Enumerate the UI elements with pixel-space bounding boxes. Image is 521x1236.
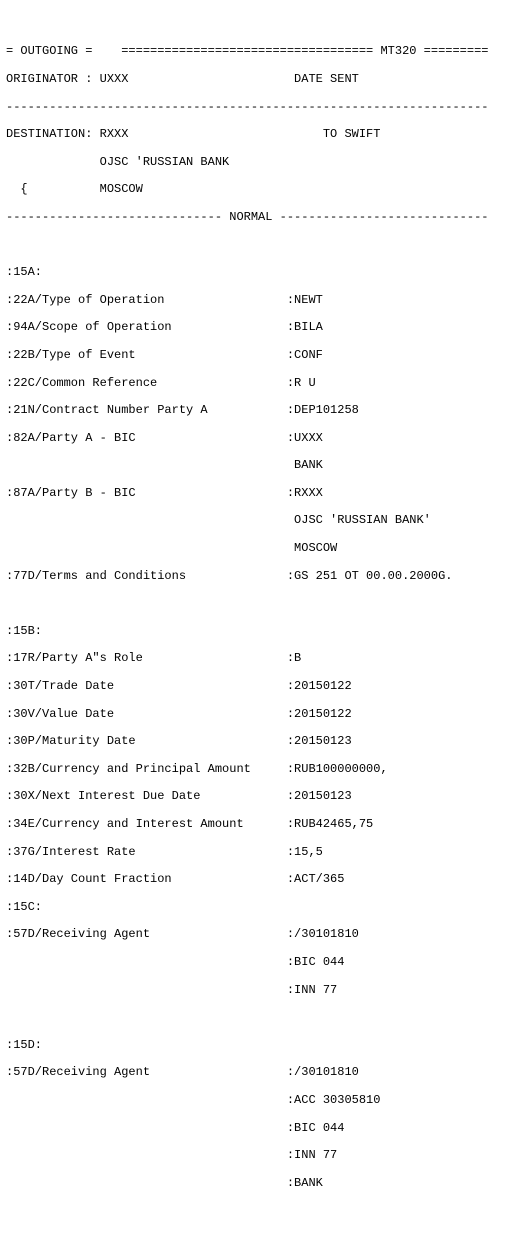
blank <box>6 597 521 611</box>
field-87A-cont2: MOSCOW <box>6 542 521 556</box>
field-82A: :82A/Party A - BIC :UXXX <box>6 432 521 446</box>
field-30T: :30T/Trade Date :20150122 <box>6 680 521 694</box>
separator-top: ----------------------------------------… <box>6 101 521 115</box>
header-line-2-originator: ORIGINATOR : UXXX DATE SENT <box>6 73 521 87</box>
field-22C: :22C/Common Reference :R U <box>6 377 521 391</box>
block-15A-tag: :15A: <box>6 266 521 280</box>
field-77D: :77D/Terms and Conditions :GS 251 OT 00.… <box>6 570 521 584</box>
field-14D: :14D/Day Count Fraction :ACT/365 <box>6 873 521 887</box>
field-82A-cont: BANK <box>6 459 521 473</box>
field-87A-cont1: OJSC 'RUSSIAN BANK' <box>6 514 521 528</box>
field-57D-d-acc: :ACC 30305810 <box>6 1094 521 1108</box>
field-57D-c-inn: :INN 77 <box>6 984 521 998</box>
field-30P: :30P/Maturity Date :20150123 <box>6 735 521 749</box>
field-32B: :32B/Currency and Principal Amount :RUB1… <box>6 763 521 777</box>
field-30V: :30V/Value Date :20150122 <box>6 708 521 722</box>
separator-normal: ------------------------------ NORMAL --… <box>6 211 521 225</box>
blank <box>6 239 521 253</box>
field-57D-c: :57D/Receiving Agent :/30101810 <box>6 928 521 942</box>
field-57D-d-bic: :BIC 044 <box>6 1122 521 1136</box>
field-57D-c-bic: :BIC 044 <box>6 956 521 970</box>
field-34E: :34E/Currency and Interest Amount :RUB42… <box>6 818 521 832</box>
block-15C-tag: :15C: <box>6 901 521 915</box>
blank <box>6 1011 521 1025</box>
field-30X: :30X/Next Interest Due Date :20150123 <box>6 790 521 804</box>
destination-line: DESTINATION: RXXX TO SWIFT <box>6 128 521 142</box>
block-15D-tag: :15D: <box>6 1039 521 1053</box>
field-17R: :17R/Party A"s Role :B <box>6 652 521 666</box>
field-87A: :87A/Party B - BIC :RXXX <box>6 487 521 501</box>
field-94A: :94A/Scope of Operation :BILA <box>6 321 521 335</box>
field-22B: :22B/Type of Event :CONF <box>6 349 521 363</box>
field-57D-d: :57D/Receiving Agent :/30101810 <box>6 1066 521 1080</box>
blank <box>6 1204 521 1218</box>
block-15B-tag: :15B: <box>6 625 521 639</box>
field-57D-d-inn: :INN 77 <box>6 1149 521 1163</box>
header-line-1: = OUTGOING = ===========================… <box>6 45 521 59</box>
blank <box>6 1232 521 1236</box>
field-57D-d-bank: :BANK <box>6 1177 521 1191</box>
field-37G: :37G/Interest Rate :15,5 <box>6 846 521 860</box>
destination-name: OJSC 'RUSSIAN BANK <box>6 156 521 170</box>
field-22A: :22A/Type of Operation :NEWT <box>6 294 521 308</box>
destination-city: { MOSCOW <box>6 183 521 197</box>
field-21N: :21N/Contract Number Party A :DEP101258 <box>6 404 521 418</box>
